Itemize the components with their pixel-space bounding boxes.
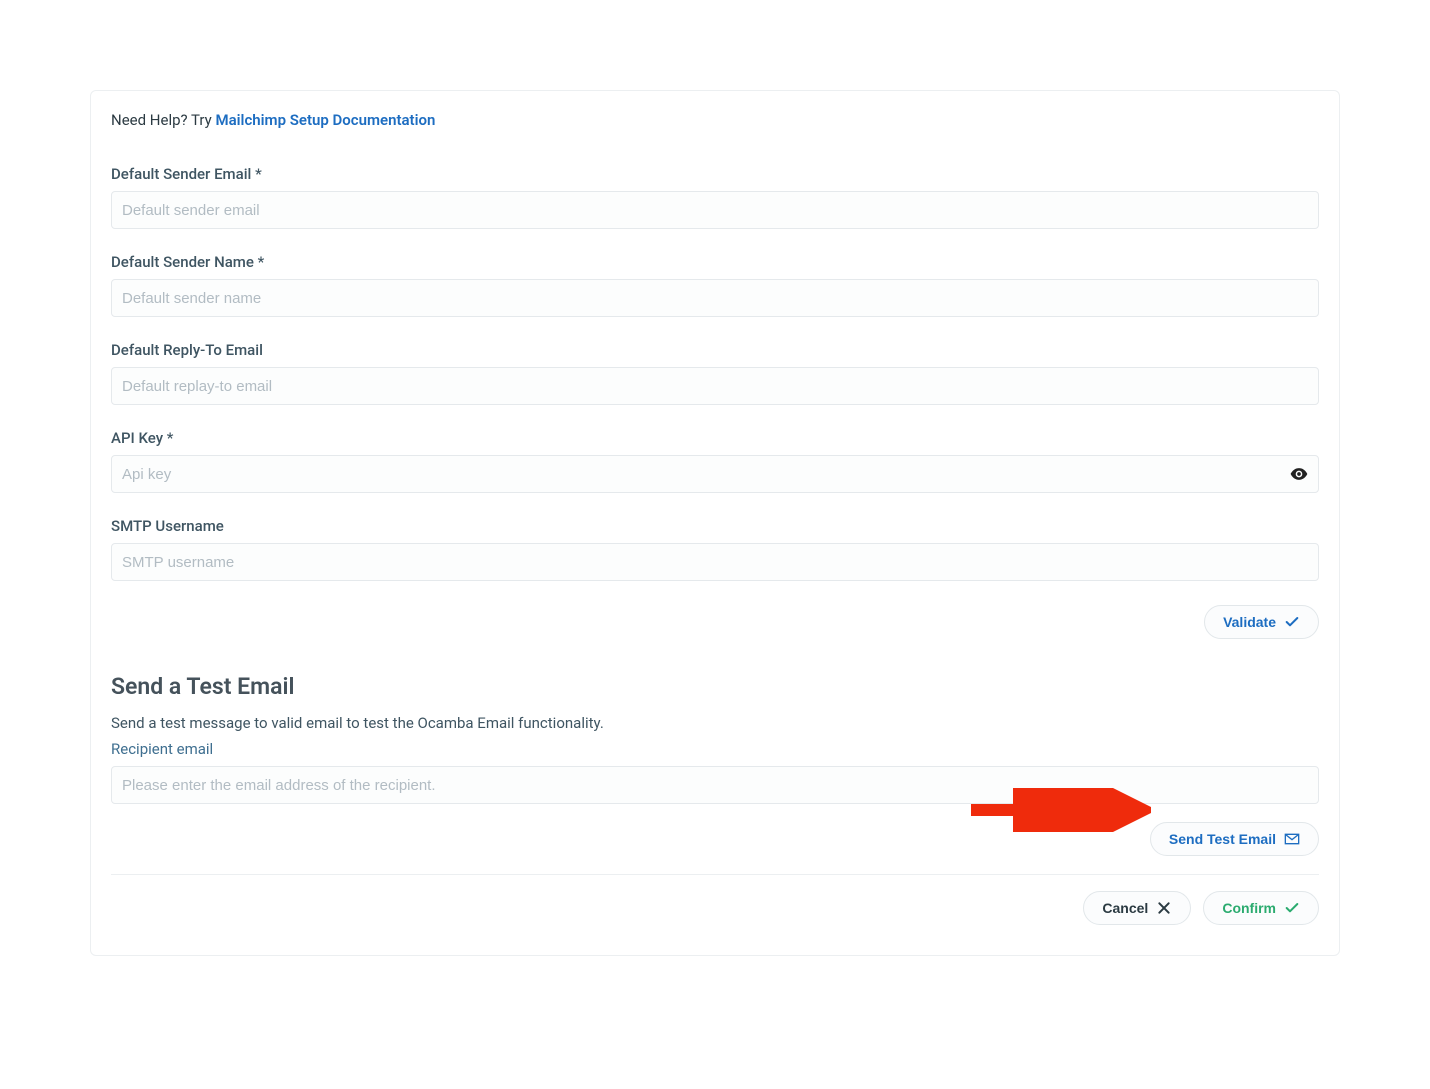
send-test-email-button[interactable]: Send Test Email (1150, 822, 1319, 856)
input-sender-name[interactable] (111, 279, 1319, 317)
validate-button[interactable]: Validate (1204, 605, 1319, 639)
footer-actions: Cancel Confirm (111, 874, 1319, 935)
help-line: Need Help? Try Mailchimp Setup Documenta… (111, 111, 1319, 129)
label-smtp-username: SMTP Username (111, 517, 1319, 535)
field-api-key: API Key * (111, 429, 1319, 493)
close-icon (1156, 900, 1172, 916)
input-sender-email[interactable] (111, 191, 1319, 229)
help-prefix: Need Help? Try (111, 111, 215, 129)
confirm-button-label: Confirm (1222, 900, 1276, 916)
input-reply-to[interactable] (111, 367, 1319, 405)
settings-panel: Need Help? Try Mailchimp Setup Documenta… (90, 90, 1340, 956)
label-api-key: API Key * (111, 429, 1319, 447)
eye-icon[interactable] (1289, 464, 1309, 484)
check-icon (1284, 614, 1300, 630)
send-test-row: Send Test Email (111, 822, 1319, 856)
validate-button-label: Validate (1223, 614, 1276, 630)
check-icon (1284, 900, 1300, 916)
cancel-button[interactable]: Cancel (1083, 891, 1191, 925)
label-sender-name: Default Sender Name * (111, 253, 1319, 271)
input-recipient-email[interactable] (111, 766, 1319, 804)
confirm-button[interactable]: Confirm (1203, 891, 1319, 925)
field-reply-to: Default Reply-To Email (111, 341, 1319, 405)
validate-row: Validate (111, 605, 1319, 639)
label-reply-to: Default Reply-To Email (111, 341, 1319, 359)
input-smtp-username[interactable] (111, 543, 1319, 581)
field-smtp-username: SMTP Username (111, 517, 1319, 581)
send-test-email-label: Send Test Email (1169, 831, 1276, 847)
test-email-title: Send a Test Email (111, 673, 1319, 700)
cancel-button-label: Cancel (1102, 900, 1148, 916)
field-sender-name: Default Sender Name * (111, 253, 1319, 317)
recipient-label: Recipient email (111, 740, 1319, 758)
label-sender-email: Default Sender Email * (111, 165, 1319, 183)
envelope-icon (1284, 831, 1300, 847)
input-api-key[interactable] (111, 455, 1319, 493)
test-email-desc: Send a test message to valid email to te… (111, 714, 1319, 732)
help-documentation-link[interactable]: Mailchimp Setup Documentation (215, 111, 435, 129)
field-sender-email: Default Sender Email * (111, 165, 1319, 229)
